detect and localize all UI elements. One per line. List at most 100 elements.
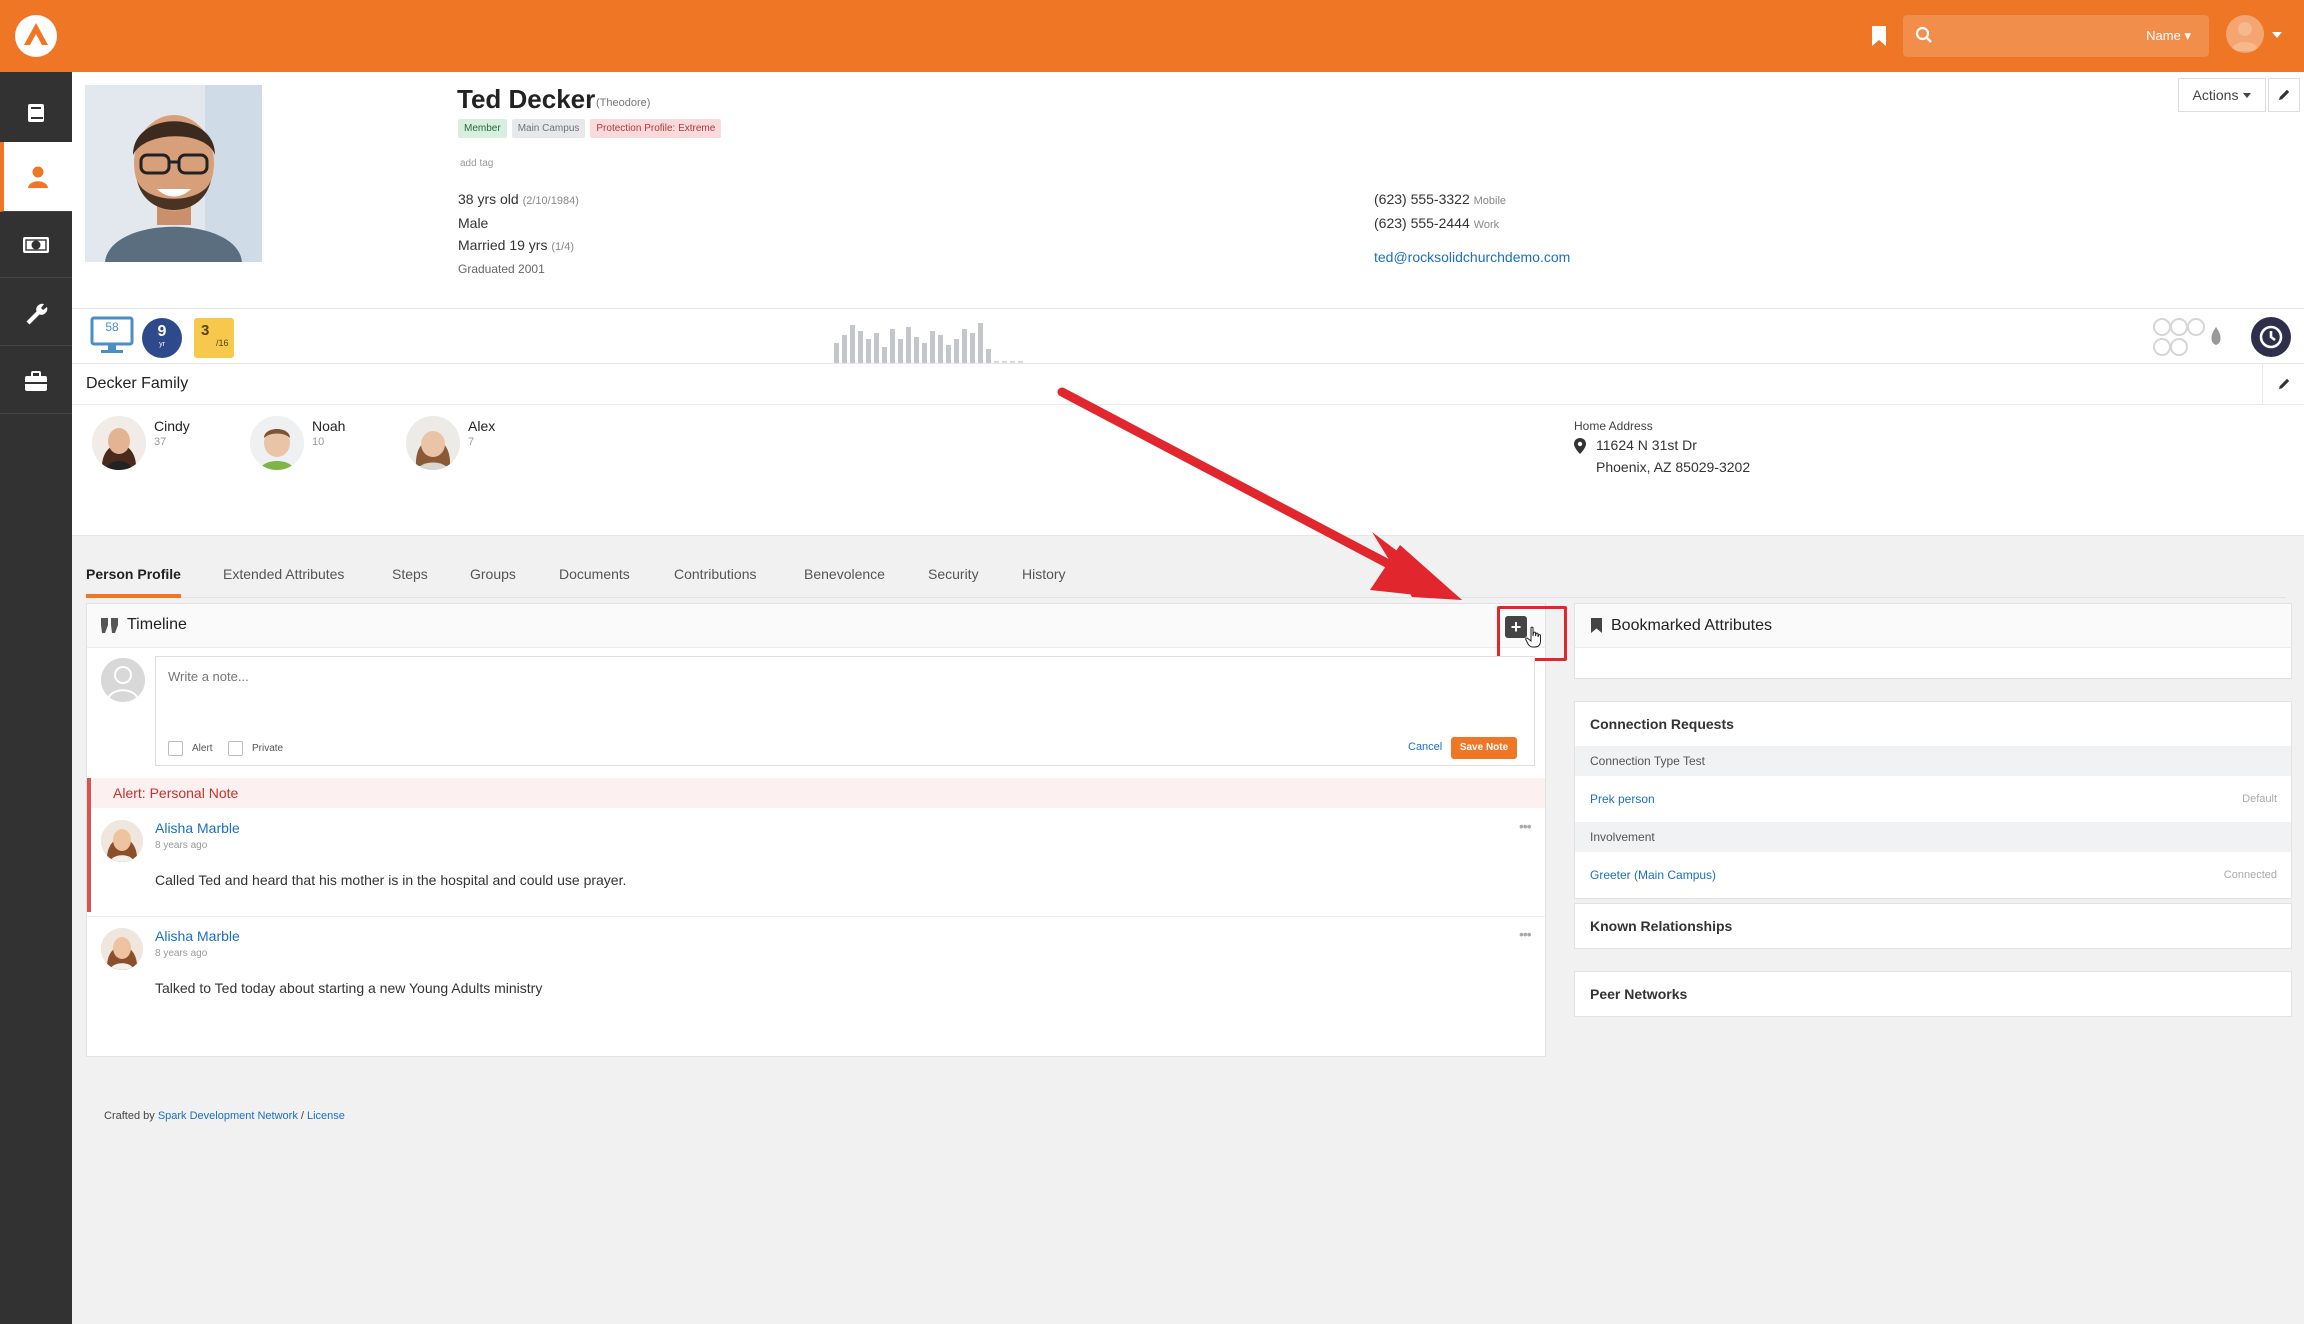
connection-request-link[interactable]: Prek person [1590,792,1655,806]
connection-request-row[interactable]: Greeter (Main Campus) Connected [1575,852,2291,898]
person-photo[interactable] [85,85,262,262]
attendance-badge[interactable]: 58 [90,316,134,361]
connection-type-header: Involvement [1575,822,2291,852]
giving-bar [970,333,975,363]
phone-mobile[interactable]: (623) 555-3322 [1374,191,1470,207]
address-line-2: Phoenix, AZ 85029-3202 [1596,459,1751,475]
giving-bar [914,337,919,363]
giving-bar [858,331,863,363]
main-content: Ted Decker (Theodore) Member Main Campus… [72,72,2304,1324]
note-options-icon[interactable]: ••• [1519,926,1532,942]
giving-bar [922,343,927,363]
money-icon [23,236,49,253]
note-composer: Alert Private Cancel Save Note [155,656,1535,766]
edit-person-button[interactable] [2268,78,2300,112]
connection-request-row[interactable]: Prek person Default [1575,776,2291,822]
spark-link[interactable]: Spark Development Network [158,1110,298,1122]
phone-work-label: Work [1473,219,1500,231]
bookmark-icon[interactable] [1871,25,1887,47]
tab-history[interactable]: History [1022,552,1066,598]
member-age: 7 [468,436,475,448]
giving-bar [874,333,879,363]
years-unit: yr [159,341,165,348]
sidebar-item-pages[interactable] [0,80,72,146]
family-member-alex[interactable]: Alex 7 [406,416,556,476]
search-input[interactable] [1943,21,2123,51]
tag-campus[interactable]: Main Campus [511,119,586,138]
avatar [101,820,143,862]
search-scope-dropdown[interactable]: Name ▾ [2146,28,2191,44]
tab-extended-attributes[interactable]: Extended Attributes [223,552,344,598]
tab-steps[interactable]: Steps [392,552,428,598]
family-title[interactable]: Decker Family [86,375,188,393]
private-checkbox-label: Private [252,743,284,754]
note-timestamp: 8 years ago [155,948,208,959]
add-tag-link[interactable]: add tag [460,158,493,169]
avatar [92,416,146,470]
tag-protection-profile[interactable]: Protection Profile: Extreme [590,119,722,138]
search-box[interactable]: Name ▾ [1903,15,2209,57]
sidebar-item-finance[interactable] [0,212,72,278]
tab-documents[interactable]: Documents [559,552,630,598]
note-text: Called Ted and heard that his mother is … [155,872,627,888]
private-checkbox[interactable] [228,741,243,756]
tab-security[interactable]: Security [928,552,979,598]
years-count: 9 [157,323,167,340]
sidebar-item-people[interactable] [0,142,72,212]
user-avatar[interactable] [2226,15,2264,53]
email-link[interactable]: ted@rocksolidchurchdemo.com [1374,246,1570,268]
note-author-link[interactable]: Alisha Marble [155,820,240,836]
tab-groups[interactable]: Groups [470,552,516,598]
connection-request-link[interactable]: Greeter (Main Campus) [1590,868,1716,882]
giving-bar [994,361,999,363]
cancel-note-link[interactable]: Cancel [1408,741,1442,753]
person-anniversary: (1/4) [551,241,574,253]
tab-benevolence[interactable]: Benevolence [804,552,885,598]
alert-banner: Alert: Personal Note [91,778,1545,808]
peer-networks-title[interactable]: Peer Networks [1575,972,2291,1016]
tab-contributions[interactable]: Contributions [674,552,757,598]
connection-requests-title[interactable]: Connection Requests [1575,702,2291,746]
save-note-button[interactable]: Save Note [1451,737,1517,759]
sidebar-item-tools[interactable] [0,280,72,346]
note-author-link[interactable]: Alisha Marble [155,928,240,944]
tag-member[interactable]: Member [458,119,507,138]
known-relationships-title[interactable]: Known Relationships [1575,904,2291,948]
timeline-header: Timeline + [87,604,1567,661]
license-link[interactable]: License [307,1110,345,1122]
known-relationships-panel: Known Relationships [1574,903,2292,949]
giving-bar [946,345,951,363]
family-member-noah[interactable]: Noah 10 [250,416,400,476]
search-icon [1915,26,1932,43]
footer-separator: / [297,1110,307,1122]
giving-bar [986,349,991,363]
tab-person-profile[interactable]: Person Profile [86,552,181,598]
person-icon [28,166,48,188]
edit-family-button[interactable] [2262,364,2304,404]
phone-work[interactable]: (623) 555-2444 [1374,215,1470,231]
actions-dropdown[interactable]: Actions [2178,78,2266,112]
clock-icon [2259,325,2283,349]
note-options-icon[interactable]: ••• [1519,818,1532,834]
map-marker-icon[interactable] [1574,438,1586,454]
giving-sparkline[interactable] [834,319,1023,363]
rock-logo-icon[interactable] [15,15,57,57]
giving-bar [962,329,967,363]
note-textarea[interactable] [156,657,1534,727]
giving-bar [938,335,943,363]
assessment-badges[interactable] [2152,317,2232,357]
wrench-icon [26,303,48,324]
alert-checkbox[interactable] [168,741,183,756]
serving-badge[interactable]: 3 /16 [194,318,234,358]
hand-cursor-icon [1525,626,1541,648]
giving-bar [954,339,959,363]
user-menu-caret-icon[interactable] [2272,32,2282,38]
years-badge[interactable]: 9 yr [142,318,182,358]
sidebar-item-admin[interactable] [0,348,72,414]
family-member-cindy[interactable]: Cindy 37 [92,416,242,476]
top-bar: Name ▾ [0,0,2304,72]
giving-bar [978,323,983,363]
alert-note: Alert: Personal Note Alisha Marble 8 yea… [87,778,1545,912]
history-badge[interactable] [2251,317,2291,357]
serving-count: 3 [201,322,210,339]
